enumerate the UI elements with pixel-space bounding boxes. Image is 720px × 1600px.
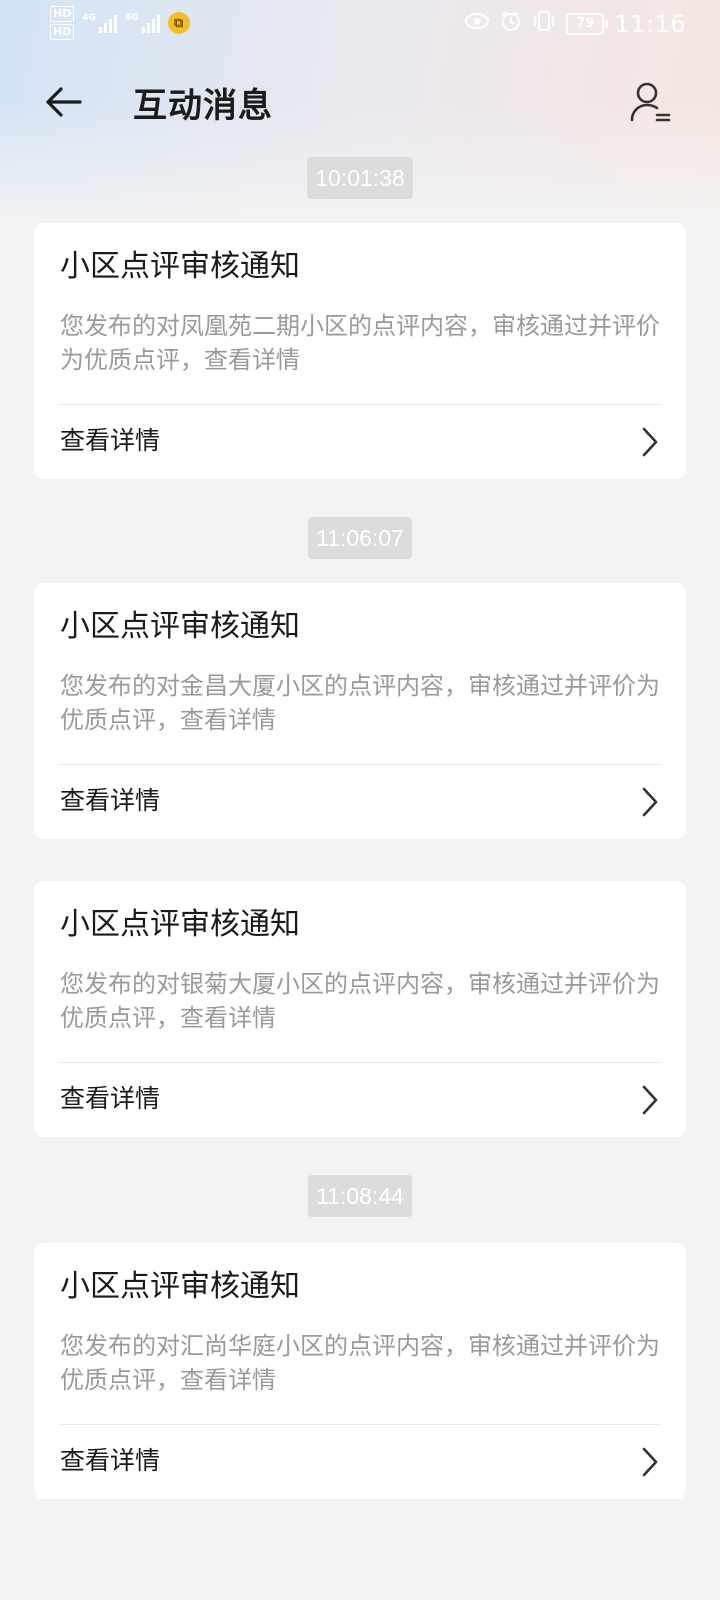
hd-badge: HD: [50, 6, 75, 22]
card-body: 您发布的对金昌大厦小区的点评内容，审核通过并评价为优质点评，查看详情: [60, 672, 660, 734]
status-time: 11:16: [614, 10, 686, 38]
chevron-right-icon: [642, 787, 658, 817]
view-details-label: 查看详情: [60, 786, 161, 815]
notification-app-icon: ⧉: [167, 12, 190, 34]
card-body: 您发布的对银菊大厦小区的点评内容，审核通过并评价为优质点评，查看详情: [60, 970, 660, 1032]
view-details-label: 查看详情: [60, 1084, 161, 1113]
back-button[interactable]: [40, 80, 90, 124]
card-title: 小区点评审核通知: [60, 907, 300, 942]
hd-indicators: HD HD: [50, 6, 75, 40]
app-header: 互动消息: [0, 70, 720, 134]
time-separator: 10:01:38: [34, 157, 686, 199]
view-details-link[interactable]: 查看详情: [60, 1063, 660, 1137]
profile-settings-button[interactable]: [628, 78, 674, 126]
time-separator: 11:06:07: [34, 517, 686, 559]
user-settings-icon: [630, 82, 671, 122]
view-details-label: 查看详情: [60, 1446, 161, 1475]
page-title: 互动消息: [133, 86, 273, 126]
view-details-link[interactable]: 查看详情: [60, 1425, 660, 1499]
view-details-link[interactable]: 查看详情: [60, 405, 660, 479]
card-title: 小区点评审核通知: [60, 1269, 300, 1304]
status-bar-left: HD HD 4G 4G ⧉: [50, 6, 190, 40]
notification-card: 小区点评审核通知 您发布的对银菊大厦小区的点评内容，审核通过并评价为优质点评，查…: [34, 881, 686, 1137]
card-body: 您发布的对汇尚华庭小区的点评内容，审核通过并评价为优质点评，查看详情: [60, 1332, 660, 1394]
status-bar-right: 79 11:16: [464, 10, 686, 38]
chevron-right-icon: [642, 1085, 658, 1115]
signal-icon: 4G: [125, 13, 160, 33]
timestamp-label: 11:06:07: [308, 517, 412, 559]
eye-icon: [464, 11, 490, 37]
notification-card: 小区点评审核通知 您发布的对凤凰苑二期小区的点评内容，审核通过并评价为优质点评，…: [34, 223, 686, 479]
network-type-label: 4G: [125, 13, 139, 23]
signal-icon: 4G: [82, 13, 117, 33]
alarm-icon: [500, 10, 522, 38]
timestamp-label: 11:08:44: [308, 1175, 412, 1217]
hd-badge: HD: [50, 24, 75, 40]
time-separator: 11:08:44: [34, 1175, 686, 1217]
arrow-left-icon: [46, 87, 82, 117]
view-details-link[interactable]: 查看详情: [60, 765, 660, 839]
notification-card: 小区点评审核通知 您发布的对金昌大厦小区的点评内容，审核通过并评价为优质点评，查…: [34, 583, 686, 839]
timestamp-label: 10:01:38: [307, 157, 413, 199]
message-feed: 10:01:38 小区点评审核通知 您发布的对凤凰苑二期小区的点评内容，审核通过…: [34, 157, 686, 1499]
chevron-right-icon: [642, 1447, 658, 1477]
card-title: 小区点评审核通知: [60, 249, 300, 284]
chevron-right-icon: [642, 427, 658, 457]
view-details-label: 查看详情: [60, 426, 161, 455]
vibrate-icon: [532, 10, 556, 38]
card-title: 小区点评审核通知: [60, 609, 300, 644]
network-type-label: 4G: [82, 13, 96, 23]
card-body: 您发布的对凤凰苑二期小区的点评内容，审核通过并评价为优质点评，查看详情: [60, 312, 660, 374]
battery-indicator: 79: [566, 13, 609, 35]
notification-card: 小区点评审核通知 您发布的对汇尚华庭小区的点评内容，审核通过并评价为优质点评，查…: [34, 1243, 686, 1499]
status-bar: HD HD 4G 4G ⧉ 79 11:16: [0, 0, 720, 48]
